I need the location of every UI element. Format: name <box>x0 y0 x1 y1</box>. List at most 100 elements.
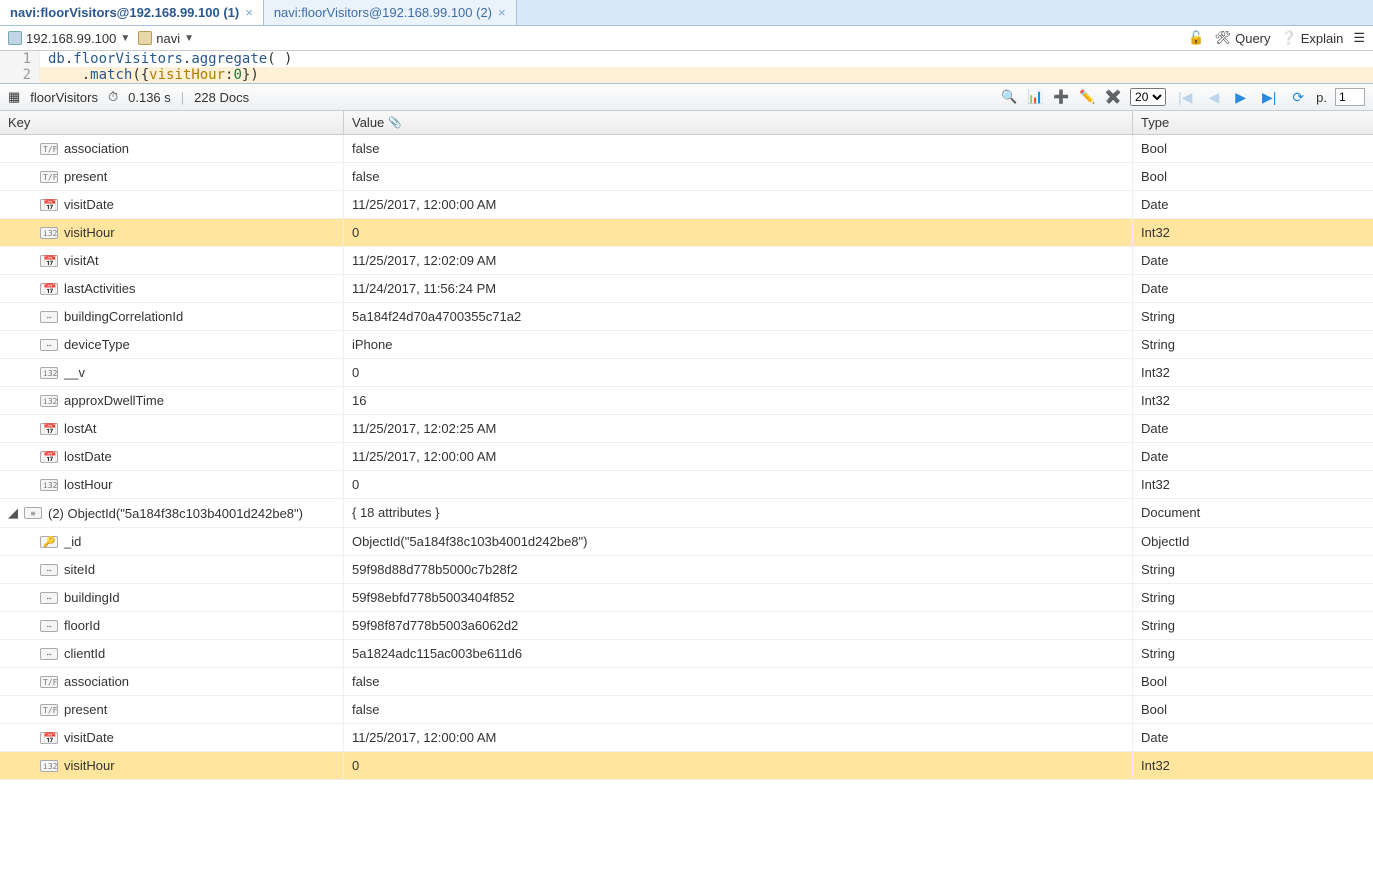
cell-key: buildingId <box>0 584 344 611</box>
next-page-button[interactable]: ▶ <box>1231 89 1250 106</box>
cell-value[interactable]: 5a184f24d70a4700355c71a2 <box>344 303 1133 330</box>
find-icon[interactable]: 🔍 <box>1000 88 1018 106</box>
table-row[interactable]: __v0Int32 <box>0 359 1373 387</box>
options-icon[interactable]: ☰ <box>1353 30 1365 46</box>
key-text: lostAt <box>64 421 97 436</box>
host-selector[interactable]: 192.168.99.100 ▼ <box>8 31 130 46</box>
prev-page-button[interactable]: ◀ <box>1204 89 1223 106</box>
cell-key: buildingCorrelationId <box>0 303 344 330</box>
tabs-bar: navi:floorVisitors@192.168.99.100 (1) × … <box>0 0 1373 26</box>
tab-2-label: navi:floorVisitors@192.168.99.100 (2) <box>274 5 492 20</box>
cell-value[interactable]: 11/25/2017, 12:02:09 AM <box>344 247 1133 274</box>
explain-button[interactable]: ❔ Explain <box>1281 30 1344 46</box>
lock-icon[interactable]: 🔓 <box>1188 30 1204 46</box>
table-row[interactable]: buildingId59f98ebfd778b5003404f852String <box>0 584 1373 612</box>
add-doc-icon[interactable]: ➕ <box>1052 88 1070 106</box>
bool-type-icon <box>40 676 58 688</box>
cell-type: Bool <box>1133 696 1373 723</box>
str-type-icon <box>40 339 58 351</box>
table-row[interactable]: lostDate11/25/2017, 12:00:00 AMDate <box>0 443 1373 471</box>
cell-value[interactable]: 59f98d88d778b5000c7b28f2 <box>344 556 1133 583</box>
refresh-button[interactable]: ⟳ <box>1288 89 1308 106</box>
collapse-icon[interactable]: ◢ <box>8 505 18 521</box>
cell-value[interactable]: false <box>344 163 1133 190</box>
table-row[interactable]: _idObjectId("5a184f38c103b4001d242be8")O… <box>0 528 1373 556</box>
table-row[interactable]: buildingCorrelationId5a184f24d70a4700355… <box>0 303 1373 331</box>
cell-key: floorId <box>0 612 344 639</box>
cell-value[interactable]: false <box>344 135 1133 162</box>
collection-name: floorVisitors <box>30 90 98 105</box>
cell-value[interactable]: 0 <box>344 752 1133 779</box>
table-row[interactable]: deviceTypeiPhoneString <box>0 331 1373 359</box>
date-type-icon <box>40 255 58 267</box>
int-type-icon <box>40 395 58 407</box>
query-button[interactable]: 🛠 Query <box>1215 30 1271 46</box>
doc-type-icon <box>24 507 42 519</box>
table-row[interactable]: presentfalseBool <box>0 163 1373 191</box>
cell-type: String <box>1133 584 1373 611</box>
cell-value[interactable]: 11/25/2017, 12:00:00 AM <box>344 724 1133 751</box>
code-editor[interactable]: 1 db.floorVisitors.aggregate( ) 2 .match… <box>0 51 1373 83</box>
edit-doc-icon[interactable]: ✏️ <box>1078 88 1096 106</box>
table-row[interactable]: lastActivities11/24/2017, 11:56:24 PMDat… <box>0 275 1373 303</box>
first-page-button[interactable]: |◀ <box>1174 89 1196 106</box>
table-row[interactable]: ◢(2) ObjectId("5a184f38c103b4001d242be8"… <box>0 499 1373 528</box>
table-row[interactable]: associationfalseBool <box>0 135 1373 163</box>
table-row[interactable]: lostAt11/25/2017, 12:02:25 AMDate <box>0 415 1373 443</box>
int-type-icon <box>40 479 58 491</box>
cell-type: String <box>1133 640 1373 667</box>
cell-value[interactable]: 59f98ebfd778b5003404f852 <box>344 584 1133 611</box>
db-label: navi <box>156 31 180 46</box>
cell-value[interactable]: 11/25/2017, 12:02:25 AM <box>344 415 1133 442</box>
col-header-key[interactable]: Key <box>0 111 344 134</box>
cell-value[interactable]: 5a1824adc115ac003be611d6 <box>344 640 1133 667</box>
delete-doc-icon[interactable]: ✖️ <box>1104 88 1122 106</box>
cell-value[interactable]: ObjectId("5a184f38c103b4001d242be8") <box>344 528 1133 555</box>
db-selector[interactable]: navi ▼ <box>138 31 194 46</box>
close-icon[interactable]: × <box>498 5 506 20</box>
tab-1-label: navi:floorVisitors@192.168.99.100 (1) <box>10 5 239 20</box>
cell-value[interactable]: 11/25/2017, 12:00:00 AM <box>344 191 1133 218</box>
tab-2[interactable]: navi:floorVisitors@192.168.99.100 (2) × <box>264 0 517 25</box>
close-icon[interactable]: × <box>245 5 253 20</box>
cell-key: deviceType <box>0 331 344 358</box>
table-row[interactable]: lostHour0Int32 <box>0 471 1373 499</box>
cell-value[interactable]: false <box>344 696 1133 723</box>
page-size-select[interactable]: 20 <box>1130 88 1166 106</box>
col-header-value[interactable]: Value 📎 <box>344 111 1133 134</box>
table-row[interactable]: floorId59f98f87d778b5003a6062d2String <box>0 612 1373 640</box>
key-text: approxDwellTime <box>64 393 164 408</box>
last-page-button[interactable]: ▶| <box>1258 89 1280 106</box>
table-row[interactable]: presentfalseBool <box>0 696 1373 724</box>
table-row[interactable]: approxDwellTime16Int32 <box>0 387 1373 415</box>
table-row[interactable]: associationfalseBool <box>0 668 1373 696</box>
cell-value[interactable]: 16 <box>344 387 1133 414</box>
table-row[interactable]: visitDate11/25/2017, 12:00:00 AMDate <box>0 724 1373 752</box>
cell-type: Int32 <box>1133 471 1373 498</box>
str-type-icon <box>40 648 58 660</box>
cell-value[interactable]: 0 <box>344 219 1133 246</box>
cell-value[interactable]: { 18 attributes } <box>344 499 1133 527</box>
table-row[interactable]: visitAt11/25/2017, 12:02:09 AMDate <box>0 247 1373 275</box>
tab-1[interactable]: navi:floorVisitors@192.168.99.100 (1) × <box>0 0 264 25</box>
cell-value[interactable]: false <box>344 668 1133 695</box>
cell-key: association <box>0 668 344 695</box>
connection-bar: 192.168.99.100 ▼ navi ▼ 🔓 🛠 Query ❔ Expl… <box>0 26 1373 51</box>
cell-value[interactable]: 11/24/2017, 11:56:24 PM <box>344 275 1133 302</box>
cell-value[interactable]: iPhone <box>344 331 1133 358</box>
page-input[interactable] <box>1335 88 1365 106</box>
table-row[interactable]: visitDate11/25/2017, 12:00:00 AMDate <box>0 191 1373 219</box>
cell-type: Int32 <box>1133 359 1373 386</box>
table-row[interactable]: visitHour0Int32 <box>0 752 1373 780</box>
table-row[interactable]: siteId59f98d88d778b5000c7b28f2String <box>0 556 1373 584</box>
cell-value[interactable]: 0 <box>344 359 1133 386</box>
table-row[interactable]: clientId5a1824adc115ac003be611d6String <box>0 640 1373 668</box>
cell-value[interactable]: 11/25/2017, 12:00:00 AM <box>344 443 1133 470</box>
cell-type: ObjectId <box>1133 528 1373 555</box>
table-row[interactable]: visitHour0Int32 <box>0 219 1373 247</box>
cell-value[interactable]: 0 <box>344 471 1133 498</box>
key-text: association <box>64 141 129 156</box>
cell-value[interactable]: 59f98f87d778b5003a6062d2 <box>344 612 1133 639</box>
view-icon[interactable]: 📊 <box>1026 88 1044 106</box>
col-header-type[interactable]: Type <box>1133 111 1373 134</box>
